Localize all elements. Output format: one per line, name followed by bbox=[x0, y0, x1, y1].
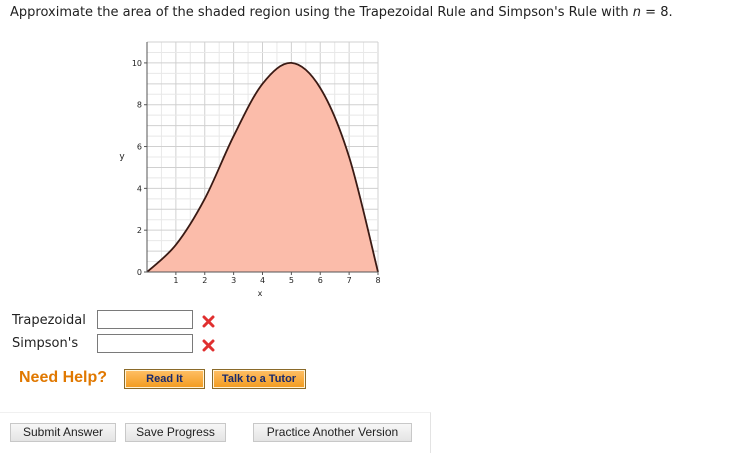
incorrect-icon bbox=[202, 315, 215, 328]
x-tick-label: 4 bbox=[260, 276, 265, 285]
y-tick-label: 4 bbox=[137, 184, 142, 193]
simpsons-label: Simpson's bbox=[12, 336, 79, 351]
x-tick-label: 6 bbox=[318, 276, 323, 285]
x-tick-label: 7 bbox=[347, 276, 352, 285]
y-axis-label: y bbox=[119, 152, 125, 162]
area-graph: 1 2 3 4 5 6 7 8 0 2 4 6 8 10 x y bbox=[119, 41, 381, 298]
x-tick-label: 2 bbox=[202, 276, 207, 285]
save-progress-button[interactable]: Save Progress bbox=[125, 423, 226, 442]
question-text: Approximate the area of the shaded regio… bbox=[10, 5, 673, 20]
y-tick-label: 6 bbox=[137, 143, 142, 152]
question-text-after: = 8. bbox=[641, 5, 673, 20]
trapezoidal-label: Trapezoidal bbox=[12, 313, 86, 328]
x-tick-label: 8 bbox=[375, 276, 380, 285]
read-it-button[interactable]: Read It bbox=[124, 369, 205, 389]
x-axis-label: x bbox=[258, 289, 263, 298]
talk-to-tutor-button[interactable]: Talk to a Tutor bbox=[212, 369, 306, 389]
need-help-label: Need Help? bbox=[19, 369, 108, 386]
x-tick-label: 1 bbox=[173, 276, 178, 285]
y-tick-label: 0 bbox=[137, 268, 142, 277]
practice-another-version-button[interactable]: Practice Another Version bbox=[253, 423, 412, 442]
y-tick-label: 8 bbox=[137, 101, 142, 110]
y-tick-label: 10 bbox=[132, 59, 142, 68]
submit-answer-button[interactable]: Submit Answer bbox=[10, 423, 116, 442]
n-symbol: n bbox=[632, 5, 642, 20]
question-text-before: Approximate the area of the shaded regio… bbox=[10, 5, 633, 20]
x-tick-label: 3 bbox=[231, 276, 236, 285]
y-tick-label: 2 bbox=[137, 226, 142, 235]
simpsons-answer-input[interactable] bbox=[97, 334, 193, 353]
trapezoidal-answer-input[interactable] bbox=[97, 310, 193, 329]
incorrect-icon bbox=[202, 339, 215, 352]
x-tick-label: 5 bbox=[289, 276, 294, 285]
